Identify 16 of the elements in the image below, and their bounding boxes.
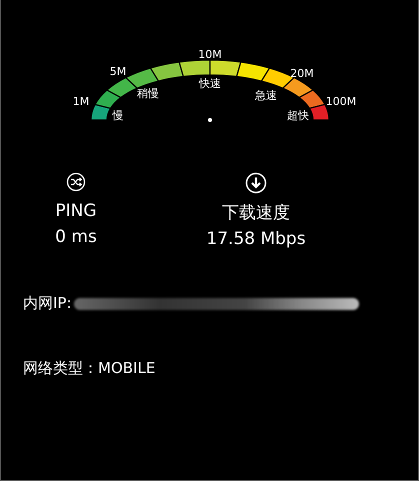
scale-label: 1M bbox=[72, 95, 90, 108]
scale-label: 20M bbox=[290, 67, 314, 80]
info-text: 网络类型：MOBILE bbox=[23, 359, 156, 378]
zone-label: 超快 bbox=[287, 109, 309, 122]
stat-value: 17.58 Mbps bbox=[206, 228, 306, 251]
zone-label: 急速 bbox=[255, 89, 277, 102]
info-text: 内网IP: bbox=[23, 294, 72, 313]
zone-label: 慢 bbox=[112, 109, 124, 122]
zone-label: 快速 bbox=[199, 77, 221, 90]
stat-label: PING bbox=[55, 200, 97, 223]
scale-label: 5M bbox=[110, 65, 126, 78]
scale-label: 100M bbox=[326, 95, 356, 108]
stat-value: 0 ms bbox=[55, 226, 97, 249]
scale-label: 10M bbox=[198, 48, 222, 61]
zone-label: 稍慢 bbox=[137, 87, 159, 100]
stat-label: 下载速度 bbox=[222, 202, 290, 225]
